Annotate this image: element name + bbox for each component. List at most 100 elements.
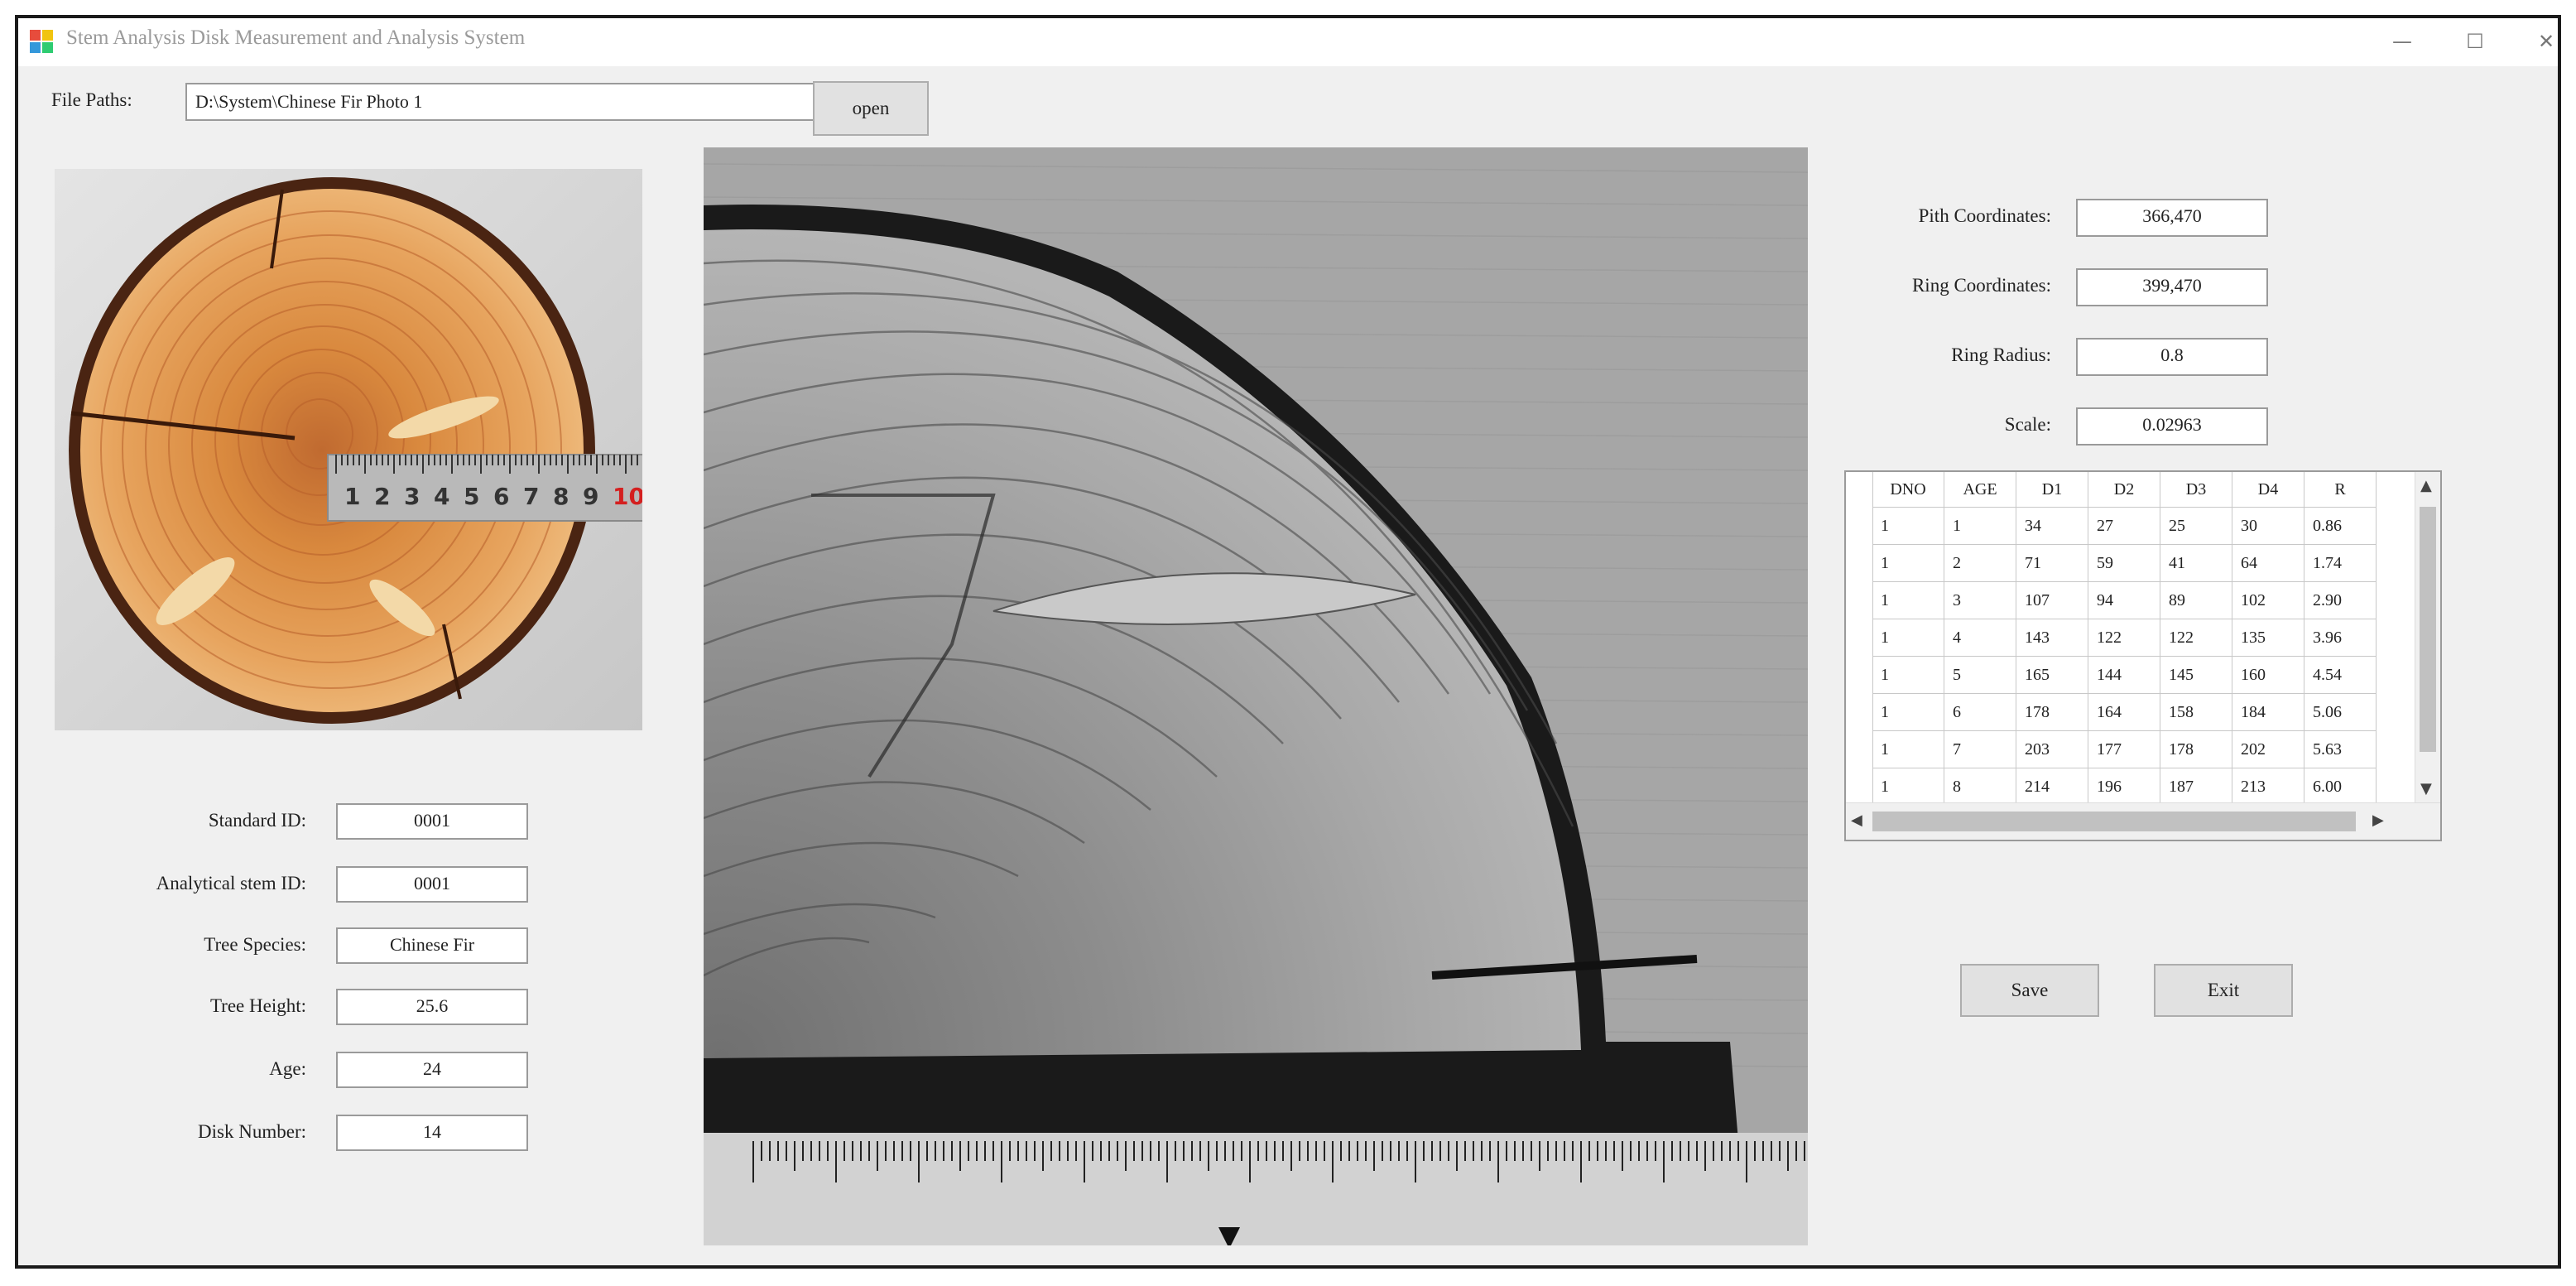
table-cell[interactable]: 196 (2088, 768, 2160, 806)
table-cell[interactable]: 7 (1944, 730, 2016, 768)
table-cell[interactable]: 30 (2232, 507, 2304, 545)
table-cell[interactable]: 1 (1872, 656, 1944, 694)
scroll-right-icon[interactable]: ▶ (2372, 812, 2384, 829)
left-field-input[interactable]: 24 (336, 1052, 528, 1088)
table-cell[interactable]: 143 (2016, 619, 2088, 657)
grayscale-disk-image (704, 147, 1808, 1245)
table-cell[interactable]: 0.86 (2304, 507, 2377, 545)
table-cell[interactable]: 165 (2016, 656, 2088, 694)
table-row[interactable]: 1 6 178 164 158 184 5.06 (1872, 693, 2377, 731)
table-cell[interactable]: 214 (2016, 768, 2088, 806)
table-cell[interactable]: 5.06 (2304, 693, 2377, 731)
table-cell[interactable]: 1 (1872, 730, 1944, 768)
table-cell[interactable]: 4 (1944, 619, 2016, 657)
table-cell[interactable]: 27 (2088, 507, 2160, 545)
table-row[interactable]: 1 1 34 27 25 30 0.86 (1872, 507, 2377, 545)
close-button[interactable]: ✕ (2521, 23, 2558, 60)
column-header[interactable]: D4 (2232, 472, 2304, 508)
right-field-input[interactable]: 366,470 (2076, 199, 2268, 237)
table-cell[interactable]: 8 (1944, 768, 2016, 806)
table-cell[interactable]: 3 (1944, 581, 2016, 619)
table-cell[interactable]: 1 (1872, 507, 1944, 545)
table-cell[interactable]: 5 (1944, 656, 2016, 694)
vertical-scroll-thumb[interactable] (2420, 507, 2436, 752)
table-cell[interactable]: 122 (2160, 619, 2232, 657)
table-cell[interactable]: 2.90 (2304, 581, 2377, 619)
table-row[interactable]: 1 8 214 196 187 213 6.00 (1872, 768, 2377, 806)
table-cell[interactable]: 145 (2160, 656, 2232, 694)
file-path-input[interactable]: D:\System\Chinese Fir Photo 1 (185, 83, 815, 121)
table-cell[interactable]: 203 (2016, 730, 2088, 768)
table-row[interactable]: 1 4 143 122 122 135 3.96 (1872, 619, 2377, 657)
right-field-input[interactable]: 0.02963 (2076, 407, 2268, 446)
table-cell[interactable]: 122 (2088, 619, 2160, 657)
table-cell[interactable]: 4.54 (2304, 656, 2377, 694)
open-button[interactable]: open (813, 81, 929, 136)
table-row[interactable]: 1 2 71 59 41 64 1.74 (1872, 544, 2377, 582)
scroll-down-icon[interactable]: ▼ (2420, 780, 2432, 797)
table-cell[interactable]: 144 (2088, 656, 2160, 694)
table-cell[interactable]: 6 (1944, 693, 2016, 731)
column-header[interactable]: D1 (2016, 472, 2088, 508)
vertical-scrollbar[interactable]: ▲ ▼ (2415, 472, 2440, 803)
table-cell[interactable]: 3.96 (2304, 619, 2377, 657)
table-cell[interactable]: 71 (2016, 544, 2088, 582)
table-cell[interactable]: 2 (1944, 544, 2016, 582)
table-cell[interactable]: 64 (2232, 544, 2304, 582)
scroll-up-icon[interactable]: ▲ (2420, 477, 2432, 494)
left-field-input[interactable]: 0001 (336, 803, 528, 840)
table-cell[interactable]: 89 (2160, 581, 2232, 619)
left-field-input[interactable]: Chinese Fir (336, 927, 528, 964)
column-header[interactable]: D3 (2160, 472, 2232, 508)
table-row[interactable]: 1 5 165 144 145 160 4.54 (1872, 656, 2377, 694)
right-field-label: Pith Coordinates: (1918, 205, 2051, 226)
left-field-input[interactable]: 0001 (336, 866, 528, 903)
table-row[interactable]: 1 3 107 94 89 102 2.90 (1872, 581, 2377, 619)
table-cell[interactable]: 34 (2016, 507, 2088, 545)
table-cell[interactable]: 25 (2160, 507, 2232, 545)
minimize-button[interactable]: — (2377, 23, 2427, 60)
maximize-button[interactable]: ☐ (2450, 23, 2500, 60)
table-cell[interactable]: 1 (1872, 581, 1944, 619)
table-cell[interactable]: 1 (1872, 768, 1944, 806)
column-header[interactable]: AGE (1944, 472, 2016, 508)
horizontal-scrollbar[interactable]: ◀ ▶ (1846, 802, 2440, 840)
table-cell[interactable]: 1 (1872, 693, 1944, 731)
table-cell[interactable]: 135 (2232, 619, 2304, 657)
horizontal-scroll-thumb[interactable] (1872, 812, 2356, 831)
table-cell[interactable]: 178 (2016, 693, 2088, 731)
table-cell[interactable]: 1 (1944, 507, 2016, 545)
table-cell[interactable]: 94 (2088, 581, 2160, 619)
save-button[interactable]: Save (1960, 964, 2099, 1017)
ring-data-grid[interactable]: DNO AGE D1 D2 D3 D4 R 1 1 34 27 25 30 0.86 1 2 71 59 41 64… (1844, 470, 2442, 841)
table-cell[interactable]: 164 (2088, 693, 2160, 731)
column-header[interactable]: R (2304, 472, 2377, 508)
table-cell[interactable]: 1.74 (2304, 544, 2377, 582)
table-row[interactable]: 1 7 203 177 178 202 5.63 (1872, 730, 2377, 768)
table-cell[interactable]: 59 (2088, 544, 2160, 582)
table-cell[interactable]: 1 (1872, 619, 1944, 657)
table-cell[interactable]: 213 (2232, 768, 2304, 806)
table-cell[interactable]: 187 (2160, 768, 2232, 806)
right-field-input[interactable]: 399,470 (2076, 268, 2268, 306)
exit-button[interactable]: Exit (2154, 964, 2293, 1017)
left-field-input[interactable]: 14 (336, 1115, 528, 1151)
table-cell[interactable]: 178 (2160, 730, 2232, 768)
table-cell[interactable]: 158 (2160, 693, 2232, 731)
table-cell[interactable]: 102 (2232, 581, 2304, 619)
table-cell[interactable]: 184 (2232, 693, 2304, 731)
column-header[interactable]: D2 (2088, 472, 2160, 508)
ruler-number: 7 (523, 483, 539, 510)
table-cell[interactable]: 160 (2232, 656, 2304, 694)
table-cell[interactable]: 202 (2232, 730, 2304, 768)
table-cell[interactable]: 177 (2088, 730, 2160, 768)
right-field-input[interactable]: 0.8 (2076, 338, 2268, 376)
scroll-left-icon[interactable]: ◀ (1851, 812, 1862, 829)
left-field-input[interactable]: 25.6 (336, 989, 528, 1025)
table-cell[interactable]: 41 (2160, 544, 2232, 582)
table-cell[interactable]: 5.63 (2304, 730, 2377, 768)
table-cell[interactable]: 6.00 (2304, 768, 2377, 806)
column-header[interactable]: DNO (1872, 472, 1944, 508)
table-cell[interactable]: 107 (2016, 581, 2088, 619)
table-cell[interactable]: 1 (1872, 544, 1944, 582)
